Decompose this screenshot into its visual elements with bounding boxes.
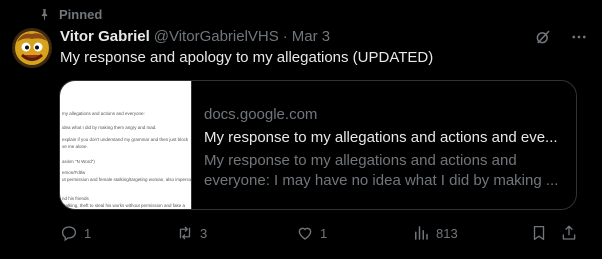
share-icon (562, 225, 576, 240)
user-handle[interactable]: @VitorGabrielVHS (154, 28, 279, 45)
card-domain: docs.google.com (204, 106, 318, 123)
link-card[interactable]: my allegations and actions and everyone:… (59, 80, 577, 210)
separator-dot: · (282, 28, 288, 45)
card-body: docs.google.com My response to my allega… (192, 81, 576, 209)
reply-count: 1 (84, 225, 92, 241)
view-count: 813 (436, 225, 458, 241)
thumb-line: nd his friends (62, 196, 89, 201)
thumb-line: asism "N Word") (62, 159, 95, 164)
pinned-label: Pinned (59, 6, 103, 22)
card-title: My response to my allegations and action… (204, 129, 558, 146)
grok-icon[interactable] (534, 28, 552, 46)
like-button[interactable]: 1 (296, 224, 327, 242)
repost-icon (179, 226, 191, 240)
bookmark-button[interactable] (530, 224, 548, 242)
action-bar: 1 3 1 813 (60, 224, 580, 244)
thumb-line: ve me alone. (62, 144, 88, 149)
card-description-line: My response to my allegations and action… (204, 152, 517, 169)
thumb-line: ut permission and female stalking/target… (62, 177, 192, 182)
heart-icon (298, 227, 312, 240)
pin-icon (41, 8, 48, 20)
tweet-text: My response and apology to my allegation… (60, 49, 434, 66)
repost-button[interactable]: 3 (176, 224, 207, 242)
display-name[interactable]: Vitor Gabriel (60, 28, 150, 45)
thumb-line: emon/Fdtlw (62, 170, 86, 175)
views-button[interactable]: 813 (412, 224, 458, 242)
more-options-icon[interactable] (570, 28, 588, 46)
reply-button[interactable]: 1 (60, 224, 91, 242)
reply-icon (61, 226, 77, 242)
tweet-header: Vitor Gabriel @VitorGabrielVHS · Mar 3 (60, 28, 330, 45)
avatar[interactable] (12, 28, 52, 68)
share-button[interactable] (560, 224, 578, 242)
pinned-indicator: Pinned (38, 6, 102, 22)
views-icon (415, 226, 428, 240)
thumb-line: my allegations and actions and everyone: (62, 111, 145, 116)
like-count: 1 (320, 225, 328, 241)
card-thumbnail: my allegations and actions and everyone:… (60, 81, 192, 209)
thumb-line: explain if you don't understand my gramm… (62, 137, 189, 142)
thumb-line: stalking, theft to steal his works witho… (62, 203, 186, 208)
thumb-line: idea what I did by making them angry and… (62, 125, 157, 130)
post-date[interactable]: Mar 3 (292, 28, 330, 45)
card-description: My response to my allegations and action… (204, 151, 570, 191)
repost-count: 3 (200, 225, 208, 241)
tweet-top-actions (534, 28, 588, 46)
card-description-line: everyone: I may have no idea what I did … (204, 172, 559, 189)
bookmark-icon (533, 225, 545, 241)
